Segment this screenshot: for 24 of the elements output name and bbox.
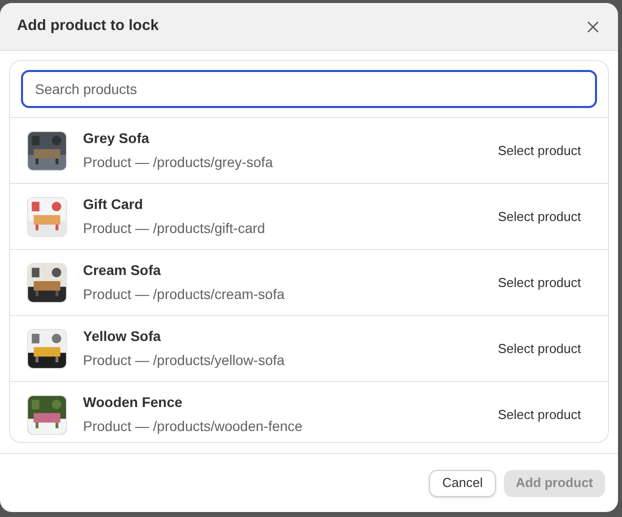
cancel-button[interactable]: Cancel — [429, 470, 496, 496]
select-product-button[interactable]: Select product — [498, 338, 581, 358]
product-path: Product — /products/grey-sofa — [83, 153, 274, 172]
product-row[interactable]: Cream Sofa Product — /products/cream-sofa Select product — [10, 250, 608, 316]
product-path: Product — /products/wooden-fence — [83, 417, 304, 436]
select-product-button[interactable]: Select product — [498, 272, 581, 292]
product-name: Cream Sofa — [83, 261, 162, 280]
product-row[interactable]: Yellow Sofa Product — /products/yellow-sofa Select product — [10, 316, 608, 382]
product-row[interactable]: Gift Card Product — /products/gift-card Select product — [10, 184, 608, 250]
product-row[interactable]: Wooden Fence Product — /products/wooden-fence Select product — [10, 382, 608, 442]
product-name: Wooden Fence — [83, 393, 184, 412]
product-name: Gift Card — [83, 195, 144, 214]
select-product-button[interactable]: Select product — [498, 404, 581, 424]
select-product-button[interactable]: Select product — [498, 206, 581, 226]
product-row[interactable]: Grey Sofa Product — /products/grey-sofa Select product — [10, 118, 608, 184]
search-field[interactable]: Search products — [21, 70, 597, 108]
close-icon[interactable] — [585, 18, 601, 34]
dialog-title: Add product to lock — [17, 16, 159, 36]
product-path: Product — /products/cream-sofa — [83, 285, 286, 304]
product-name: Grey Sofa — [83, 129, 150, 148]
product-path: Product — /products/gift-card — [83, 219, 266, 238]
product-path: Product — /products/yellow-sofa — [83, 351, 286, 370]
product-name: Yellow Sofa — [83, 327, 162, 346]
select-product-button[interactable]: Select product — [498, 140, 581, 160]
